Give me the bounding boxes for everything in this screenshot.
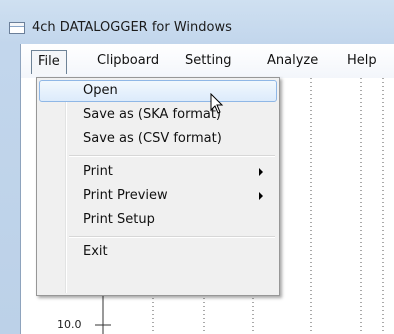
menu-item-label: Print <box>83 164 113 179</box>
menu-file[interactable]: File <box>31 50 67 74</box>
menu-item-open[interactable]: Open <box>39 80 277 102</box>
menu-help[interactable]: Help <box>341 50 383 72</box>
menu-item-print[interactable]: Print <box>39 161 277 183</box>
menu-item-exit[interactable]: Exit <box>39 241 277 263</box>
menu-item-save-ska[interactable]: Save as (SKA format) <box>39 104 277 126</box>
menu-item-print-preview[interactable]: Print Preview <box>39 185 277 207</box>
menu-item-label: Print Setup <box>83 212 155 227</box>
menu-clipboard[interactable]: Clipboard <box>91 50 165 72</box>
window-title: 4ch DATALOGGER for Windows <box>32 20 232 35</box>
menu-item-label: Open <box>83 83 118 98</box>
menu-bar: File Clipboard Setting Analyze Help <box>21 44 394 79</box>
menu-analyze[interactable]: Analyze <box>261 50 324 72</box>
menu-item-print-setup[interactable]: Print Setup <box>39 209 277 231</box>
menu-separator <box>69 155 275 157</box>
menu-separator <box>69 236 275 238</box>
menu-item-label: Save as (SKA format) <box>83 107 222 122</box>
file-menu-dropdown: Open Save as (SKA format) Save as (CSV f… <box>36 77 280 296</box>
menu-item-label: Exit <box>83 244 108 259</box>
menu-item-save-csv[interactable]: Save as (CSV format) <box>39 128 277 150</box>
title-bar[interactable]: 4ch DATALOGGER for Windows <box>0 0 394 44</box>
menu-item-label: Save as (CSV format) <box>83 131 222 146</box>
y-tick-label: 10.0 <box>57 318 82 331</box>
submenu-arrow-icon <box>259 192 263 200</box>
menu-item-label: Print Preview <box>83 188 168 203</box>
screen: 4ch DATALOGGER for Windows File Clipboar… <box>0 0 394 334</box>
arrow-cursor-icon <box>210 93 224 114</box>
app-window-icon[interactable] <box>9 22 25 34</box>
submenu-arrow-icon <box>259 168 263 176</box>
menu-setting[interactable]: Setting <box>179 50 238 72</box>
